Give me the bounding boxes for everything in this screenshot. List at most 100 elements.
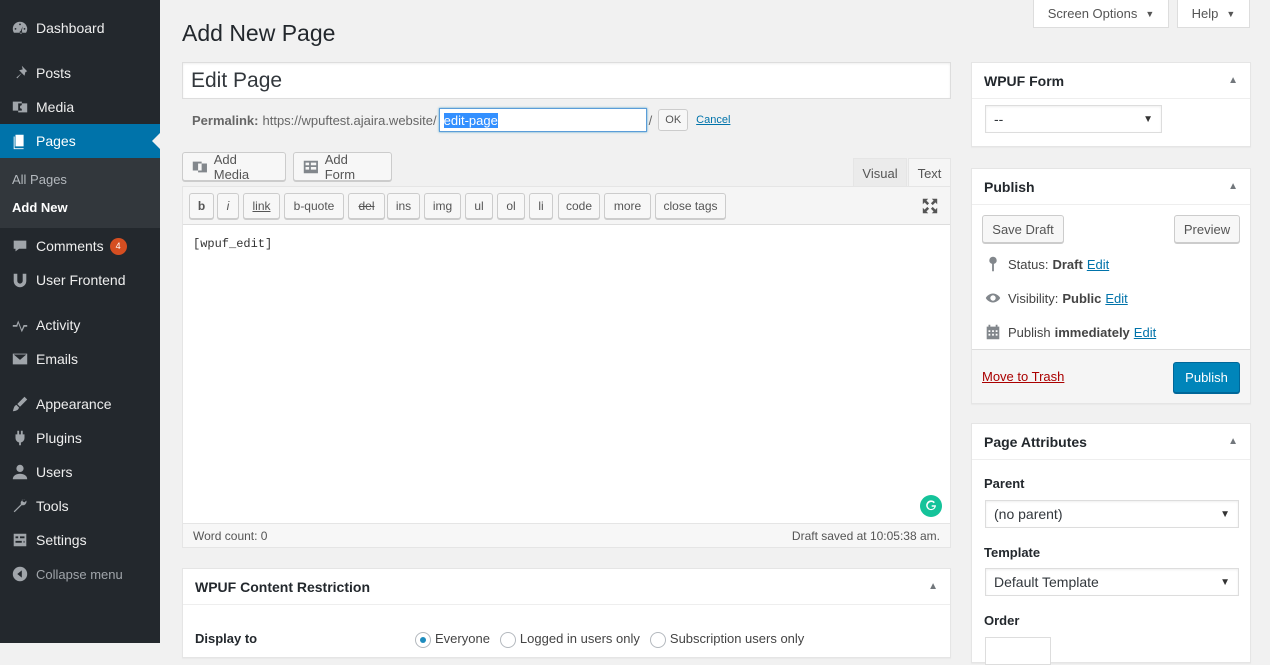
sidebar-item-label: Comments: [36, 238, 104, 254]
permalink-label: Permalink:: [192, 112, 259, 128]
qt-ins-button[interactable]: ins: [387, 193, 420, 219]
grammarly-icon[interactable]: [920, 495, 942, 517]
select-value: (no parent): [994, 506, 1063, 522]
page-title: Add New Page: [182, 20, 336, 46]
save-draft-button[interactable]: Save Draft: [982, 215, 1064, 243]
sidebar-item-dashboard[interactable]: Dashboard: [0, 11, 160, 45]
collapse-menu-button[interactable]: Collapse menu: [0, 557, 160, 591]
radio-label: Everyone: [435, 631, 490, 646]
template-select[interactable]: Default Template ▼: [985, 568, 1239, 596]
parent-select[interactable]: (no parent) ▼: [985, 500, 1239, 528]
slug-input[interactable]: edit-page: [438, 108, 647, 132]
sidebar-item-activity[interactable]: Activity: [0, 308, 160, 342]
page-attributes-header[interactable]: Page Attributes ▲: [972, 424, 1250, 460]
qt-ul-button[interactable]: ul: [465, 193, 493, 219]
parent-label: Parent: [984, 476, 1025, 491]
sidebar-item-label: Tools: [36, 498, 69, 514]
radio-icon: [649, 631, 666, 648]
qt-close-tags-button[interactable]: close tags: [655, 193, 726, 219]
sidebar-item-media[interactable]: Media: [0, 90, 160, 124]
sidebar-item-pages[interactable]: Pages: [0, 124, 160, 158]
qt-ol-button[interactable]: ol: [497, 193, 525, 219]
sidebar-item-label: Media: [36, 99, 75, 115]
tab-visual[interactable]: Visual: [853, 158, 907, 187]
sidebar-item-tools[interactable]: Tools: [0, 489, 160, 523]
content-textarea[interactable]: [wpuf_edit]: [183, 225, 950, 525]
sidebar-item-label: User Frontend: [36, 272, 126, 288]
permalink-trailing-slash: /: [648, 112, 653, 128]
submenu-all-pages[interactable]: All Pages: [12, 172, 67, 187]
publish-button[interactable]: Publish: [1173, 362, 1240, 393]
edit-status-link[interactable]: Edit: [1087, 257, 1109, 272]
word-count: Word count: 0: [193, 528, 268, 543]
status-value: Draft: [1052, 256, 1083, 272]
qt-bquote-button[interactable]: b-quote: [284, 193, 344, 219]
screen-options-label: Screen Options: [1047, 6, 1138, 21]
qt-del-button[interactable]: del: [348, 193, 385, 219]
fullscreen-icon[interactable]: [921, 197, 939, 215]
sidebar-item-settings[interactable]: Settings: [0, 523, 160, 557]
radio-everyone[interactable]: Everyone: [415, 631, 490, 648]
tab-text[interactable]: Text: [908, 158, 951, 187]
add-form-label: Add Form: [324, 151, 356, 182]
qt-link-button[interactable]: link: [243, 193, 280, 219]
edit-publish-time-link[interactable]: Edit: [1134, 325, 1156, 340]
screen-options-button[interactable]: Screen Options ▼: [1033, 0, 1169, 28]
slug-cancel-link[interactable]: Cancel: [696, 114, 730, 126]
sidebar-item-plugins[interactable]: Plugins: [0, 421, 160, 455]
sidebar-item-comments[interactable]: Comments 4: [0, 229, 160, 263]
sidebar-item-users[interactable]: Users: [0, 455, 160, 489]
permalink-base-url: https://wpuftest.ajaira.website/: [262, 112, 437, 128]
qt-img-button[interactable]: img: [424, 193, 461, 219]
publish-time-label: Publish: [1008, 324, 1051, 340]
quicktags-toolbar: b i link b-quote del ins img ul ol li co…: [183, 187, 950, 225]
visibility-value: Public: [1062, 290, 1102, 306]
add-media-button[interactable]: Add Media: [182, 152, 286, 182]
slug-ok-button[interactable]: OK: [658, 109, 689, 131]
qt-italic-button[interactable]: i: [217, 193, 239, 219]
user-frontend-icon: [0, 263, 36, 297]
qt-li-button[interactable]: li: [529, 193, 553, 219]
submenu-add-new[interactable]: Add New: [12, 200, 68, 215]
select-value: --: [994, 111, 1004, 127]
collapse-icon: [0, 557, 36, 591]
qt-more-button[interactable]: more: [604, 193, 651, 219]
radio-label: Logged in users only: [519, 631, 640, 646]
qt-code-button[interactable]: code: [558, 193, 600, 219]
toggle-up-icon[interactable]: ▲: [1228, 181, 1238, 192]
wpuf-form-select[interactable]: -- ▼: [985, 105, 1162, 133]
sidebar-item-label: Users: [36, 464, 73, 480]
add-form-button[interactable]: Add Form: [293, 151, 392, 182]
sidebar-item-user-frontend[interactable]: User Frontend: [0, 263, 160, 297]
toggle-up-icon[interactable]: ▲: [1228, 75, 1238, 86]
radio-checked-icon: [415, 631, 431, 648]
sidebar-item-appearance[interactable]: Appearance: [0, 387, 160, 421]
page-attributes-box: Page Attributes ▲ Parent (no parent) ▼ T…: [971, 423, 1251, 665]
publish-box: Publish ▲ Save Draft Preview Status: Dra…: [971, 168, 1251, 404]
pin-icon: [0, 56, 36, 90]
preview-button[interactable]: Preview: [1174, 215, 1240, 243]
visibility-label: Visibility:: [1008, 290, 1059, 306]
media-icon: [192, 161, 207, 172]
form-icon: [303, 160, 318, 173]
qt-bold-button[interactable]: b: [189, 193, 214, 219]
post-title-input[interactable]: Edit Page: [182, 62, 951, 99]
toggle-up-icon[interactable]: ▲: [928, 581, 938, 592]
move-to-trash-link[interactable]: Move to Trash: [982, 369, 1064, 384]
caret-down-icon: ▼: [1226, 8, 1236, 19]
radio-logged-in[interactable]: Logged in users only: [499, 631, 640, 648]
sidebar-item-posts[interactable]: Posts: [0, 56, 160, 90]
sidebar-item-label: Dashboard: [36, 20, 105, 36]
content-restriction-header[interactable]: WPUF Content Restriction ▲: [183, 569, 950, 605]
help-button[interactable]: Help ▼: [1177, 0, 1250, 28]
wpuf-form-header[interactable]: WPUF Form ▲: [972, 63, 1250, 99]
radio-subscription[interactable]: Subscription users only: [649, 631, 804, 648]
toggle-up-icon[interactable]: ▲: [1228, 436, 1238, 447]
sidebar-item-emails[interactable]: Emails: [0, 342, 160, 376]
brush-icon: [0, 387, 36, 421]
major-publishing-actions: Move to Trash Publish: [972, 349, 1250, 403]
select-value: Default Template: [994, 574, 1099, 590]
publish-header[interactable]: Publish ▲: [972, 169, 1250, 205]
order-input[interactable]: [985, 637, 1051, 665]
edit-visibility-link[interactable]: Edit: [1105, 291, 1127, 306]
